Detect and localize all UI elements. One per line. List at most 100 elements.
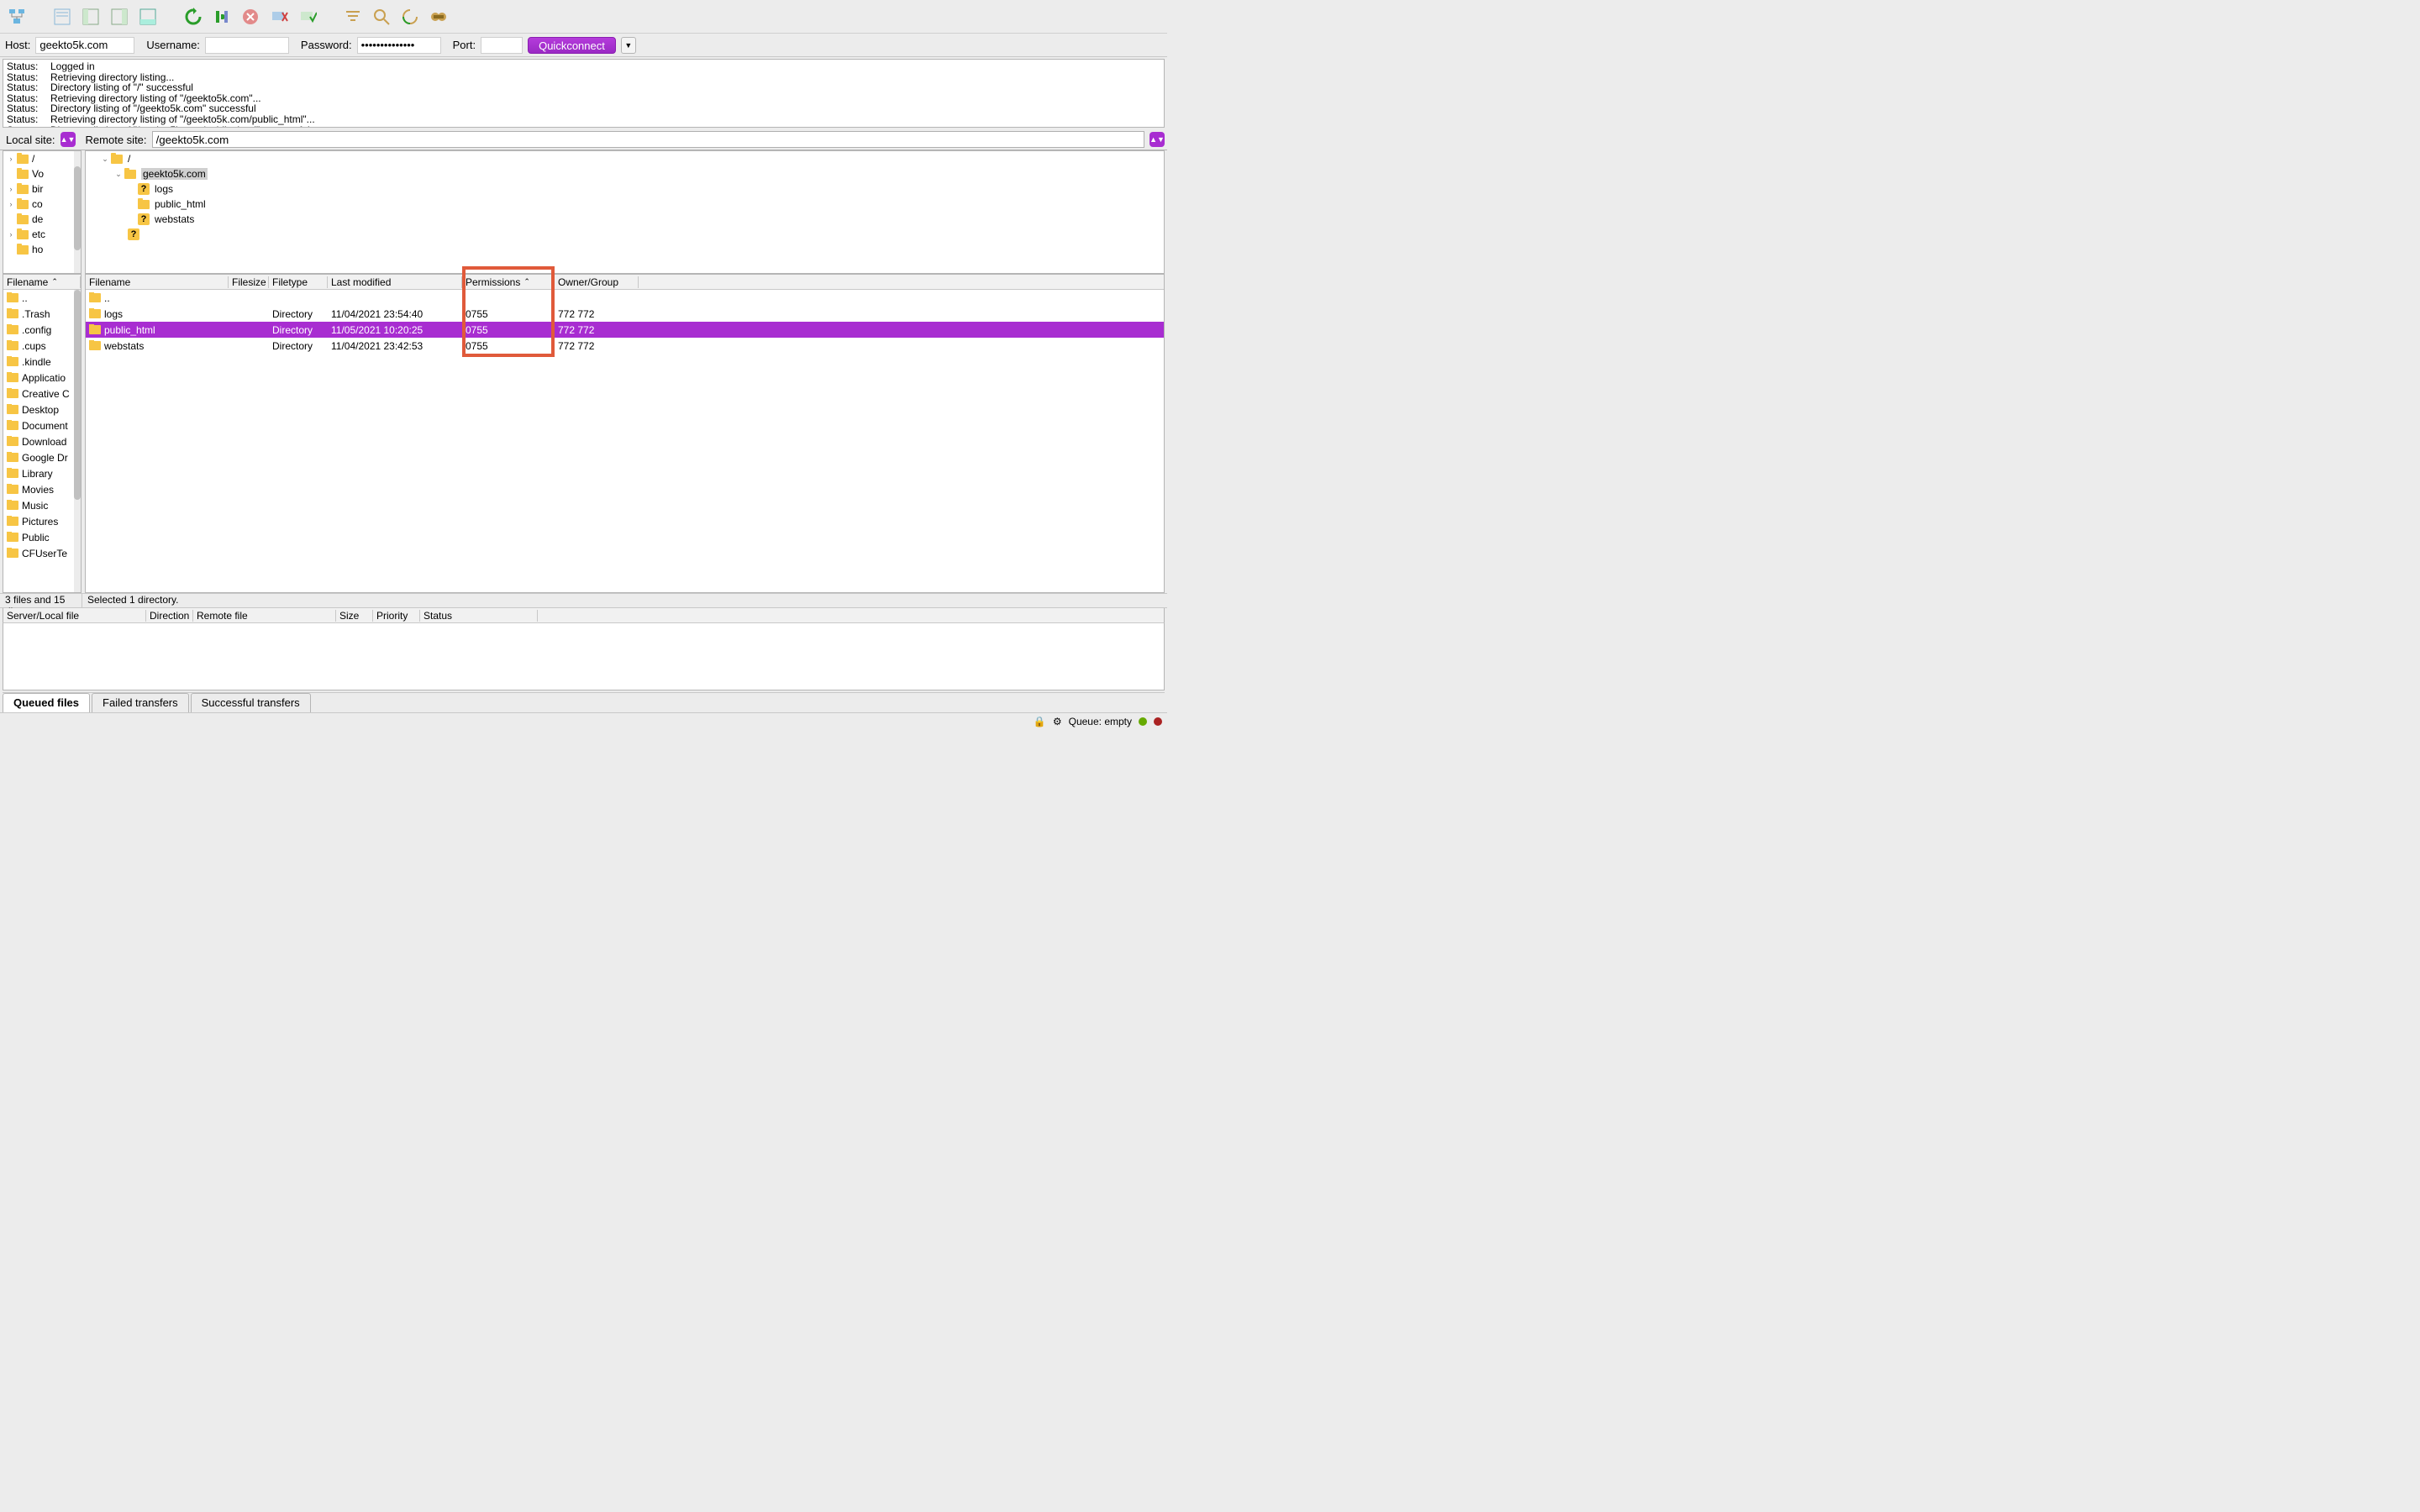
toggle-log-icon[interactable]	[50, 5, 74, 29]
tree-item[interactable]: ›bir	[3, 181, 81, 197]
list-item[interactable]: Music	[3, 497, 81, 513]
remote-col-lastmodified[interactable]: Last modified	[328, 276, 462, 288]
remote-file-list[interactable]: Filename Filesize Filetype Last modified…	[85, 274, 1165, 593]
log-label: Status:	[7, 82, 50, 93]
list-item[interactable]: Google Dr	[3, 449, 81, 465]
reconnect-icon[interactable]	[296, 5, 319, 29]
username-input[interactable]	[205, 37, 289, 54]
local-site-dropdown-icon[interactable]: ▲▼	[60, 132, 76, 147]
search-icon[interactable]	[370, 5, 393, 29]
remote-col-filename[interactable]: Filename	[86, 276, 229, 288]
cancel-icon[interactable]	[239, 5, 262, 29]
toggle-queue-icon[interactable]	[136, 5, 160, 29]
tree-item[interactable]: ?	[86, 227, 1164, 242]
queue-col-remote[interactable]: Remote file	[193, 610, 336, 622]
list-item[interactable]: Applicatio	[3, 370, 81, 386]
folder-icon	[7, 357, 18, 366]
queue-col-direction[interactable]: Direction	[146, 610, 193, 622]
main-toolbar	[0, 0, 1167, 34]
list-item[interactable]: .config	[3, 322, 81, 338]
tree-item[interactable]: ?webstats	[86, 212, 1164, 227]
queue-col-status[interactable]: Status	[420, 610, 538, 622]
list-item[interactable]: ..	[86, 290, 1164, 306]
log-label: Status:	[7, 125, 50, 128]
tree-item[interactable]: ›/	[3, 151, 81, 166]
list-item[interactable]: logsDirectory11/04/2021 23:54:400755772 …	[86, 306, 1164, 322]
folder-icon	[17, 215, 29, 224]
list-item[interactable]: Desktop	[3, 402, 81, 417]
remote-col-ownergroup[interactable]: Owner/Group	[555, 276, 639, 288]
list-item[interactable]: .kindle	[3, 354, 81, 370]
list-item[interactable]: .cups	[3, 338, 81, 354]
disconnect-icon[interactable]	[267, 5, 291, 29]
password-input[interactable]	[357, 37, 441, 54]
settings-icon[interactable]: ⚙	[1053, 716, 1062, 727]
remote-site-dropdown-icon[interactable]: ▲▼	[1150, 132, 1165, 147]
tree-item[interactable]: ⌄geekto5k.com	[86, 166, 1164, 181]
sort-asc-icon: ⌃	[51, 277, 58, 286]
list-item[interactable]: ..	[3, 290, 81, 306]
quickconnect-button[interactable]: Quickconnect	[528, 37, 616, 54]
list-item[interactable]: Download	[3, 433, 81, 449]
toggle-local-tree-icon[interactable]	[79, 5, 103, 29]
folder-icon	[17, 230, 29, 239]
tree-item[interactable]: ho	[3, 242, 81, 257]
sort-asc-icon: ⌃	[523, 277, 530, 286]
quickconnect-dropdown-icon[interactable]: ▼	[621, 37, 636, 54]
refresh-icon[interactable]	[182, 5, 205, 29]
list-item[interactable]: public_htmlDirectory11/05/2021 10:20:250…	[86, 322, 1164, 338]
folder-icon	[7, 437, 18, 446]
toggle-remote-tree-icon[interactable]	[108, 5, 131, 29]
list-item[interactable]: Public	[3, 529, 81, 545]
scrollbar-thumb[interactable]	[74, 290, 81, 500]
remote-col-permissions[interactable]: Permissions⌃	[462, 276, 555, 288]
queue-col-priority[interactable]: Priority	[373, 610, 420, 622]
tree-item[interactable]: de	[3, 212, 81, 227]
process-queue-icon[interactable]	[210, 5, 234, 29]
list-item[interactable]: Pictures	[3, 513, 81, 529]
queue-col-serverlocal[interactable]: Server/Local file	[3, 610, 146, 622]
log-message: Retrieving directory listing of "/geekto…	[50, 114, 315, 125]
tab-successful-transfers[interactable]: Successful transfers	[191, 693, 311, 712]
sitemanager-icon[interactable]	[5, 5, 29, 29]
local-tree[interactable]: ›/Vo›bir›code›etcho	[3, 150, 82, 274]
local-file-list[interactable]: Filename⌃ ...Trash.config.cups.kindleApp…	[3, 274, 82, 593]
unknown-folder-icon: ?	[128, 228, 139, 240]
status-dot-red	[1154, 717, 1162, 726]
remote-site-input[interactable]	[152, 131, 1144, 148]
password-label: Password:	[301, 39, 352, 51]
list-item[interactable]: Library	[3, 465, 81, 481]
list-item[interactable]: webstatsDirectory11/04/2021 23:42:530755…	[86, 338, 1164, 354]
list-item[interactable]: Document	[3, 417, 81, 433]
tree-item[interactable]: ?logs	[86, 181, 1164, 197]
host-input[interactable]	[35, 37, 134, 54]
folder-icon	[89, 325, 101, 334]
sync-browse-icon[interactable]	[427, 5, 450, 29]
remote-col-filesize[interactable]: Filesize	[229, 276, 269, 288]
remote-tree[interactable]: ⌄/⌄geekto5k.com?logspublic_html?webstats…	[85, 150, 1165, 274]
list-item[interactable]: .Trash	[3, 306, 81, 322]
local-col-filename[interactable]: Filename⌃	[3, 276, 81, 288]
folder-icon	[7, 309, 18, 318]
queue-col-size[interactable]: Size	[336, 610, 373, 622]
list-item[interactable]: Movies	[3, 481, 81, 497]
remote-col-filetype[interactable]: Filetype	[269, 276, 328, 288]
lock-icon[interactable]: 🔒	[1034, 716, 1046, 727]
folder-icon	[89, 341, 101, 350]
tree-item[interactable]: ›etc	[3, 227, 81, 242]
scrollbar-thumb[interactable]	[74, 166, 81, 250]
tab-queued-files[interactable]: Queued files	[3, 693, 90, 712]
tree-item[interactable]: public_html	[86, 197, 1164, 212]
tree-item[interactable]: Vo	[3, 166, 81, 181]
unknown-folder-icon: ?	[138, 183, 150, 195]
queue-body[interactable]	[3, 623, 1165, 690]
tree-item[interactable]: ⌄/	[86, 151, 1164, 166]
tab-failed-transfers[interactable]: Failed transfers	[92, 693, 189, 712]
port-input[interactable]	[481, 37, 523, 54]
filter-icon[interactable]	[341, 5, 365, 29]
tree-item[interactable]: ›co	[3, 197, 81, 212]
message-log[interactable]: Status:Logged inStatus:Retrieving direct…	[3, 59, 1165, 128]
compare-icon[interactable]	[398, 5, 422, 29]
list-item[interactable]: Creative C	[3, 386, 81, 402]
list-item[interactable]: CFUserTe	[3, 545, 81, 561]
